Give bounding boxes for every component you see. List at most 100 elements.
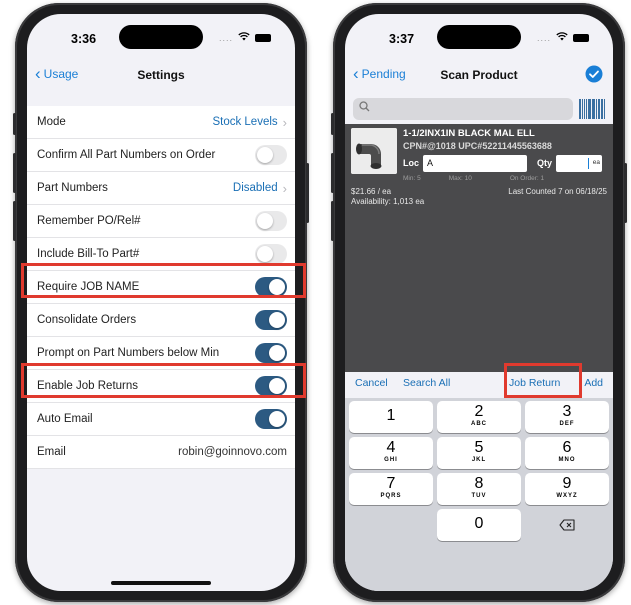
- keypad-digit: 6: [562, 439, 572, 456]
- keypad-key[interactable]: 7 PQRS: [349, 473, 433, 505]
- dynamic-island: [119, 25, 203, 49]
- highlight-enable-job-returns: [21, 363, 306, 398]
- settings-row[interactable]: Auto Email: [27, 403, 295, 436]
- settings-row-value[interactable]: Disabled ›: [233, 181, 287, 196]
- qty-label: Qty: [537, 158, 553, 168]
- loc-qty-row: Loc A Qty ea: [403, 154, 607, 172]
- on-order-value: On Order: 1: [509, 175, 545, 182]
- product-panel: 1-1/2INX1IN BLACK MAL ELL CPN#@1018 UPC#…: [345, 124, 613, 372]
- power-button: [624, 163, 627, 223]
- availability: Availability: 1,013 ea: [351, 197, 425, 206]
- keypad-key[interactable]: 3 DEF: [525, 401, 609, 433]
- wifi-icon: [556, 32, 568, 44]
- scan-screen: 3:37 .... ‹ Pending Scan Product 1-1/2IN…: [345, 14, 613, 591]
- keypad-digit: 1: [386, 407, 396, 424]
- toggle-knob: [269, 312, 285, 328]
- keypad-digit: 8: [474, 475, 484, 492]
- volume-up-button: [13, 153, 16, 193]
- toggle-switch[interactable]: [255, 343, 287, 363]
- signal-icon: ....: [218, 33, 233, 43]
- search-all-button[interactable]: Search All: [403, 377, 450, 389]
- volume-down-button: [331, 201, 334, 241]
- highlight-job-return-button: [504, 363, 582, 398]
- settings-row[interactable]: Remember PO/Rel#: [27, 205, 295, 238]
- keypad-letters: ABC: [471, 421, 487, 427]
- home-indicator: [111, 581, 211, 585]
- settings-row-value: robin@goinnovo.com: [178, 446, 287, 458]
- keypad-key[interactable]: 4 GHI: [349, 437, 433, 469]
- nav-bar: ‹ Usage Settings: [27, 58, 295, 94]
- toggle-switch[interactable]: [255, 409, 287, 429]
- settings-row-value-text: Stock Levels: [212, 116, 278, 128]
- delete-key[interactable]: [525, 509, 609, 541]
- battery-icon: [573, 34, 589, 42]
- phone-scan-product: 3:37 .... ‹ Pending Scan Product 1-1/2IN…: [331, 3, 627, 602]
- settings-row-label: Part Numbers: [37, 182, 108, 194]
- settings-row-label: Confirm All Part Numbers on Order: [37, 149, 216, 161]
- status-time: 3:36: [71, 32, 97, 46]
- last-counted: Last Counted 7 on 06/18/25: [508, 187, 607, 196]
- keypad-digit: 2: [474, 403, 484, 420]
- settings-row-label: Email: [37, 446, 66, 458]
- toggle-switch[interactable]: [255, 211, 287, 231]
- wifi-icon: [238, 32, 250, 44]
- keypad-key[interactable]: 0: [437, 509, 521, 541]
- keypad-digit: 0: [474, 515, 484, 532]
- keypad-row: 1 2 ABC 3 DEF: [349, 401, 609, 433]
- settings-row-label: Auto Email: [37, 413, 93, 425]
- delete-icon: [559, 518, 575, 531]
- keypad-digit: 7: [386, 475, 396, 492]
- toggle-switch[interactable]: [255, 310, 287, 330]
- settings-row-label: Include Bill-To Part#: [37, 248, 140, 260]
- product-image: [351, 128, 397, 174]
- toggle-knob: [257, 213, 273, 229]
- highlight-require-job-name: [21, 263, 306, 298]
- toggle-knob: [257, 246, 273, 262]
- toggle-switch[interactable]: [255, 145, 287, 165]
- settings-row[interactable]: Mode Stock Levels ›: [27, 106, 295, 139]
- keypad-digit: 5: [474, 439, 484, 456]
- barcode-icon[interactable]: [579, 99, 606, 119]
- cancel-button[interactable]: Cancel: [355, 377, 388, 389]
- toggle-knob: [257, 147, 273, 163]
- keypad-key[interactable]: 8 TUV: [437, 473, 521, 505]
- keypad-key[interactable]: 5 JKL: [437, 437, 521, 469]
- keypad-letters: PQRS: [380, 493, 402, 499]
- settings-row[interactable]: Confirm All Part Numbers on Order: [27, 139, 295, 172]
- settings-row-label: Mode: [37, 116, 66, 128]
- settings-row-value[interactable]: Stock Levels ›: [212, 115, 287, 130]
- settings-screen: 3:36 .... ‹ Usage Settings Mode Stock Lev…: [27, 14, 295, 591]
- keypad-key[interactable]: 6 MNO: [525, 437, 609, 469]
- keypad-key[interactable]: 2 ABC: [437, 401, 521, 433]
- min-max-row: Min: 5 Max: 10 On Order: 1: [403, 175, 605, 182]
- price: $21.66 / ea: [351, 187, 392, 196]
- keypad-key[interactable]: 1: [349, 401, 433, 433]
- keypad-letters: TUV: [471, 493, 487, 499]
- toggle-switch[interactable]: [255, 244, 287, 264]
- settings-row-label: Prompt on Part Numbers below Min: [37, 347, 220, 359]
- product-name: 1-1/2INX1IN BLACK MAL ELL: [403, 128, 535, 139]
- qty-field[interactable]: ea: [556, 154, 603, 172]
- mute-switch: [13, 113, 16, 135]
- checkmark-circle-icon[interactable]: [585, 65, 603, 88]
- keypad-letters: MNO: [558, 457, 576, 463]
- loc-field[interactable]: A: [423, 154, 528, 172]
- search-input[interactable]: [353, 98, 573, 120]
- power-button: [306, 163, 309, 223]
- keypad-row: 4 GHI 5 JKL 6 MNO: [349, 437, 609, 469]
- keypad-key[interactable]: 9 WXYZ: [525, 473, 609, 505]
- settings-row-value-text: Disabled: [232, 182, 278, 194]
- add-button[interactable]: Add: [584, 377, 603, 389]
- dynamic-island: [437, 25, 521, 49]
- numeric-keypad: 1 2 ABC 3 DEF 4 GHI 5 JKL 6 MNO 7 PQRS 8 TUV 9 WXYZ 0: [345, 398, 613, 591]
- toggle-knob: [269, 345, 285, 361]
- search-icon: [359, 101, 370, 115]
- settings-row-label: Consolidate Orders: [37, 314, 137, 326]
- keypad-letters: GHI: [384, 457, 398, 463]
- settings-row-label: Remember PO/Rel#: [37, 215, 141, 227]
- settings-row[interactable]: Consolidate Orders: [27, 304, 295, 337]
- phone-settings: 3:36 .... ‹ Usage Settings Mode Stock Lev…: [13, 3, 309, 602]
- settings-row[interactable]: Part Numbers Disabled ›: [27, 172, 295, 205]
- toggle-knob: [269, 411, 285, 427]
- keypad-letters: JKL: [471, 457, 487, 463]
